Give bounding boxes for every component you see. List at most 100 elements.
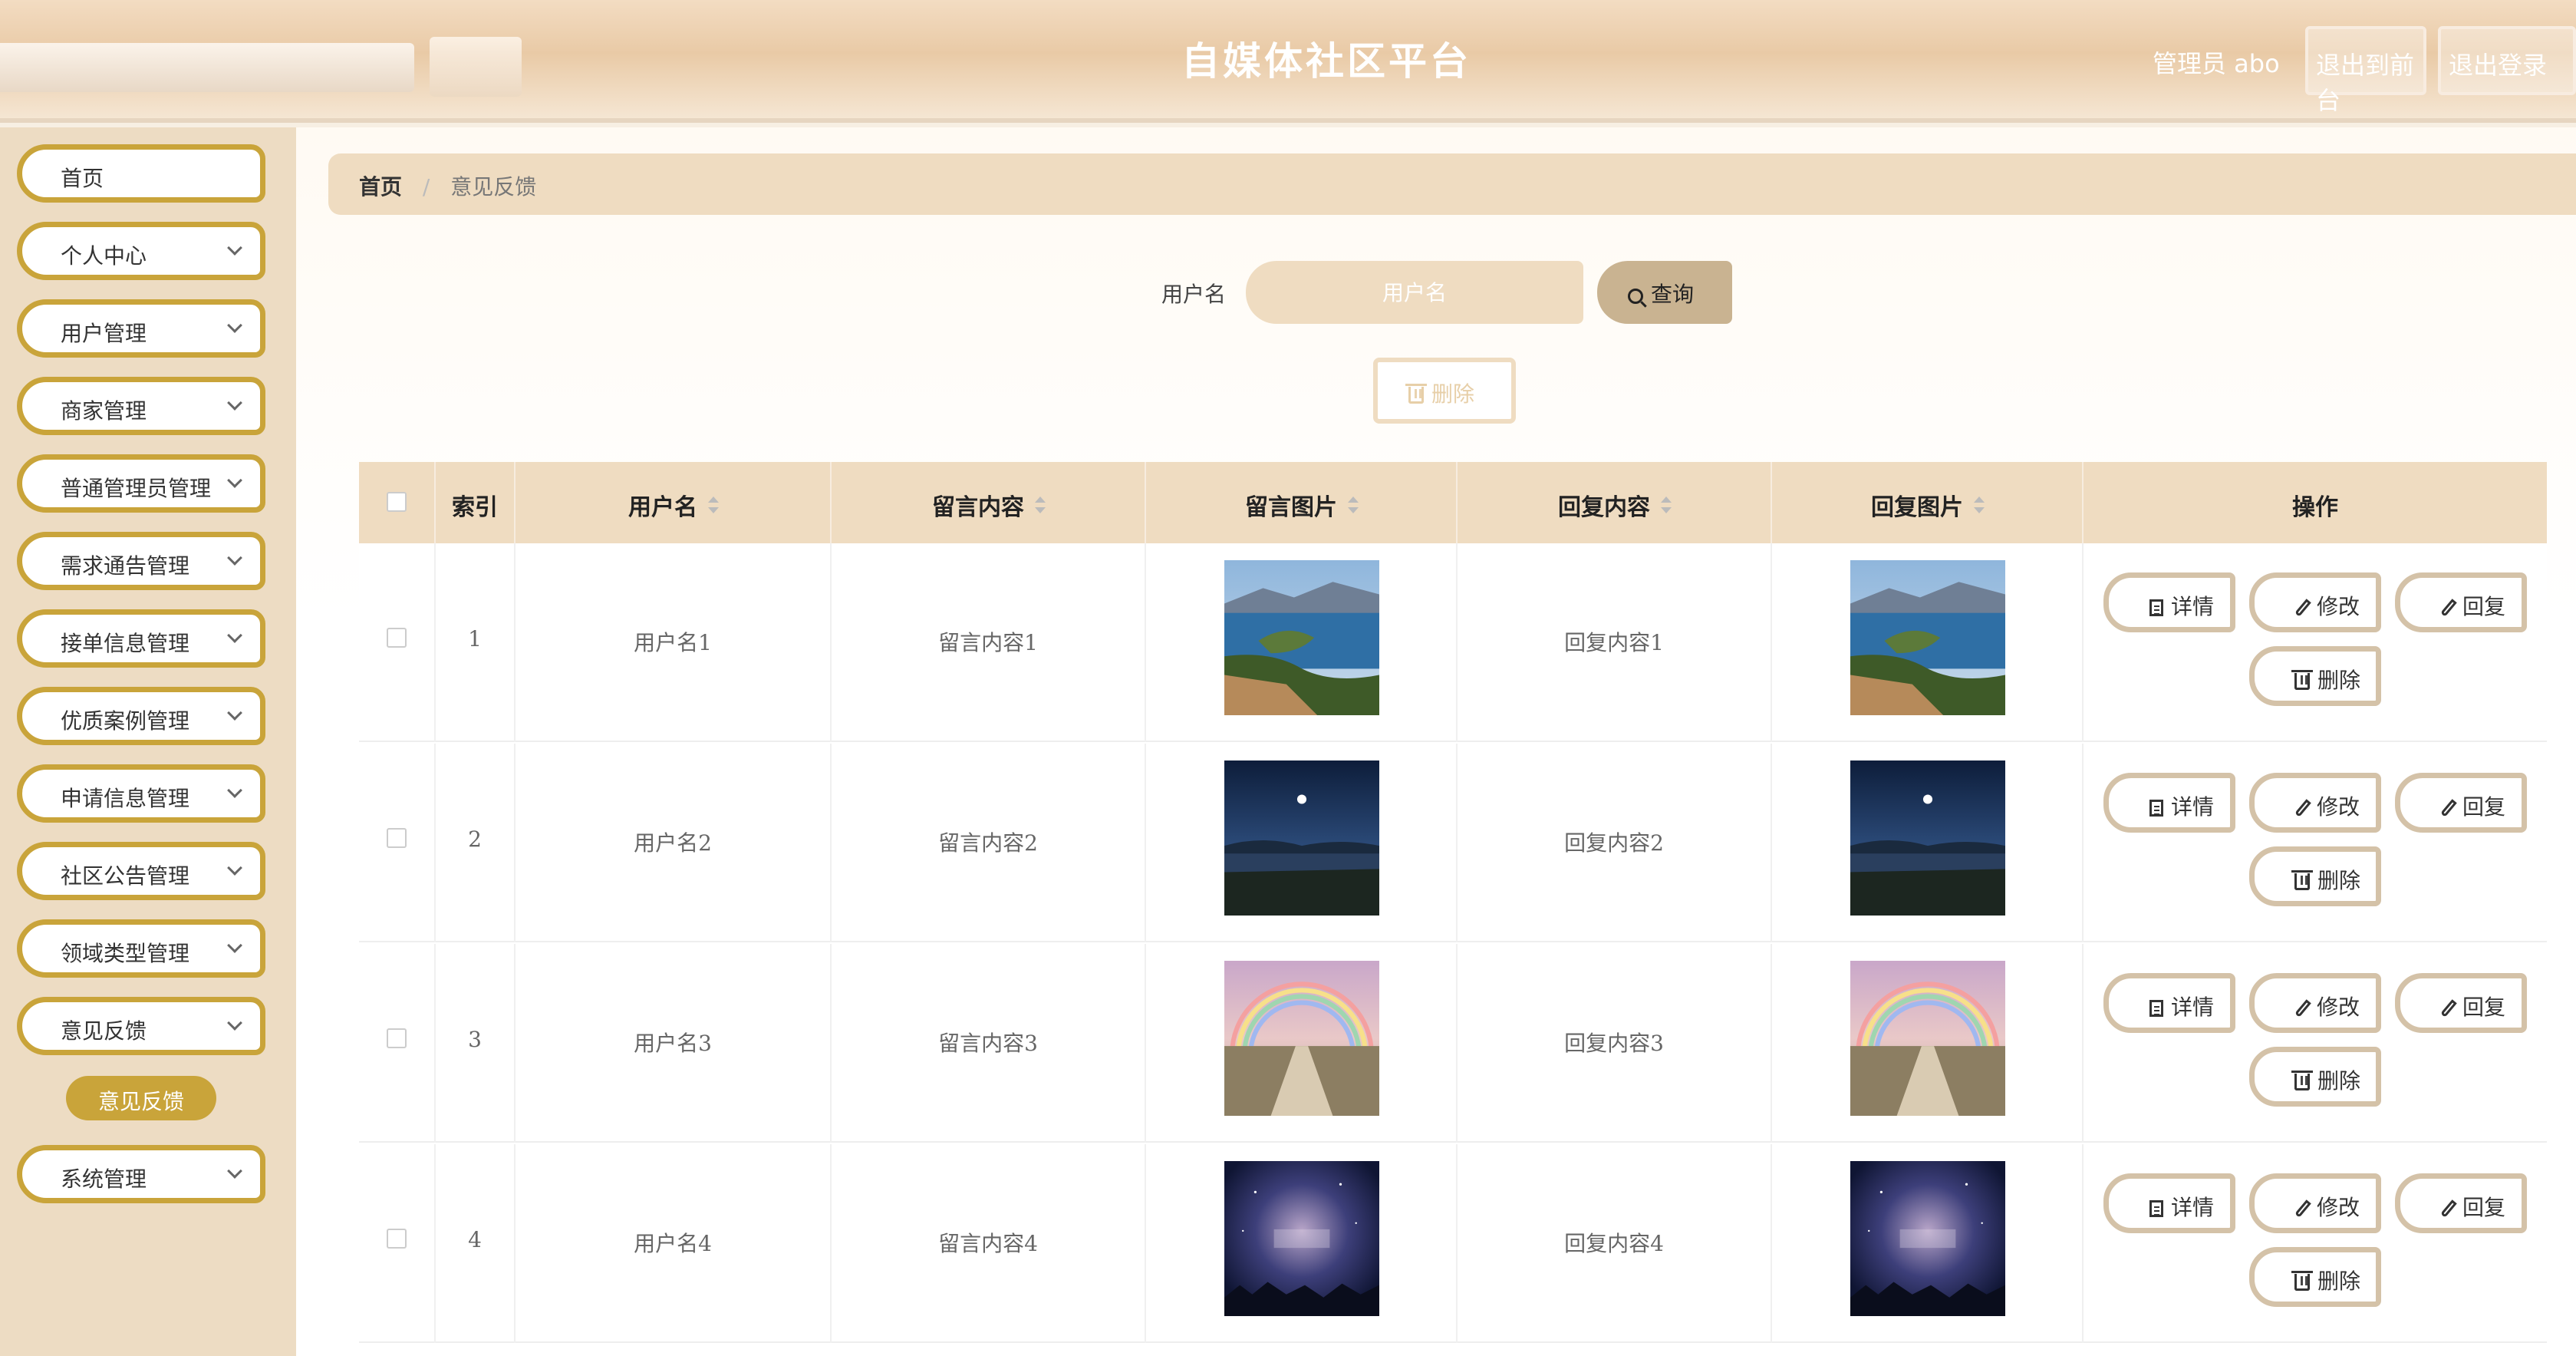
- delete-button[interactable]: 删除: [2249, 1247, 2381, 1307]
- column-header-actions: 操作: [2292, 494, 2338, 521]
- sidebar-item-demand-notice[interactable]: 需求通告管理: [17, 532, 265, 590]
- sidebar-item-label: 社区公告管理: [61, 863, 190, 889]
- reply-image[interactable]: [1850, 560, 2005, 715]
- reply-image[interactable]: [1850, 961, 2005, 1116]
- app-title: 自媒体社区平台: [1181, 39, 1471, 84]
- index-cell: 2: [436, 744, 516, 942]
- edit-pen-icon: [2294, 999, 2311, 1018]
- logout-button[interactable]: 退出登录: [2438, 26, 2576, 95]
- sidebar-item-order-info[interactable]: 接单信息管理: [17, 609, 265, 668]
- detail-button[interactable]: 详情: [2103, 773, 2235, 833]
- message-image[interactable]: [1224, 1161, 1379, 1316]
- username-cell: 用户名3: [516, 944, 832, 1143]
- sidebar-item-admin-management[interactable]: 普通管理员管理: [17, 454, 265, 513]
- chevron-down-icon: [227, 395, 242, 411]
- reply-image-cell: [1772, 744, 2084, 942]
- delete-label: 删除: [2317, 868, 2360, 893]
- sidebar-item-user-management[interactable]: 用户管理: [17, 299, 265, 358]
- sidebar-item-quality-cases[interactable]: 优质案例管理: [17, 687, 265, 745]
- sidebar-item-label: 个人中心: [61, 243, 147, 269]
- bulk-delete-button[interactable]: 删除: [1373, 358, 1516, 424]
- row-checkbox[interactable]: [387, 1028, 407, 1048]
- column-header-username[interactable]: 用户名: [516, 462, 832, 543]
- column-header-index: 索引: [436, 462, 516, 543]
- reply-button[interactable]: 回复: [2395, 572, 2527, 632]
- message-image[interactable]: [1224, 560, 1379, 715]
- sort-icon[interactable]: [1348, 497, 1359, 513]
- column-header-content[interactable]: 留言内容: [832, 462, 1146, 543]
- reply-image[interactable]: [1850, 1161, 2005, 1316]
- search-icon: [1628, 289, 1643, 304]
- sort-icon[interactable]: [1974, 497, 1985, 513]
- detail-button[interactable]: 详情: [2103, 1173, 2235, 1233]
- sidebar: 首页 个人中心 用户管理 商家管理 普通管理员管理 需求通告管理 接单信息管理 …: [0, 127, 296, 1356]
- row-select-cell: [359, 944, 436, 1143]
- sort-icon[interactable]: [708, 497, 719, 513]
- content-cell: 留言内容2: [832, 744, 1146, 942]
- sidebar-item-application-info[interactable]: 申请信息管理: [17, 764, 265, 823]
- sidebar-item-label: 普通管理员管理: [61, 476, 212, 501]
- reply-label: 回复: [2462, 794, 2505, 820]
- message-image[interactable]: [1224, 961, 1379, 1116]
- reply-button[interactable]: 回复: [2395, 773, 2527, 833]
- sidebar-item-feedback[interactable]: 意见反馈: [17, 997, 265, 1055]
- delete-button[interactable]: 删除: [2249, 846, 2381, 906]
- message-image-cell: [1146, 944, 1458, 1143]
- exit-to-front-button[interactable]: 退出到前台: [2305, 26, 2426, 115]
- sidebar-item-home[interactable]: 首页: [17, 144, 265, 203]
- sidebar-item-label: 商家管理: [61, 398, 147, 424]
- query-button[interactable]: 查询: [1597, 261, 1732, 324]
- sidebar-item-community-notice[interactable]: 社区公告管理: [17, 842, 265, 900]
- reply-image[interactable]: [1850, 760, 2005, 916]
- breadcrumb-separator: /: [422, 174, 430, 200]
- column-header-reply-image[interactable]: 回复图片: [1772, 462, 2084, 543]
- detail-label: 详情: [2170, 794, 2214, 820]
- document-icon: [2149, 1200, 2163, 1217]
- delete-button[interactable]: 删除: [2249, 1047, 2381, 1107]
- detail-button[interactable]: 详情: [2103, 572, 2235, 632]
- sidebar-item-system-management[interactable]: 系统管理: [17, 1145, 265, 1203]
- sidebar-item-label: 申请信息管理: [61, 786, 190, 811]
- chevron-down-icon: [227, 318, 242, 333]
- index-cell: 3: [436, 944, 516, 1143]
- row-select-cell: [359, 744, 436, 942]
- username-cell: 用户名4: [516, 1144, 832, 1343]
- message-image[interactable]: [1224, 760, 1379, 916]
- document-icon: [2149, 800, 2163, 817]
- actions-cell: 详情 修改 回复 删除: [2084, 543, 2547, 742]
- edit-pen-icon: [2294, 799, 2311, 817]
- sidebar-item-personal-center[interactable]: 个人中心: [17, 222, 265, 280]
- reply-button[interactable]: 回复: [2395, 973, 2527, 1033]
- top-header: 自媒体社区平台 管理员 abo 退出到前台 退出登录: [0, 0, 2576, 123]
- row-checkbox[interactable]: [387, 828, 407, 848]
- edit-button[interactable]: 修改: [2249, 572, 2381, 632]
- header-decoration: [0, 43, 414, 92]
- breadcrumb-home[interactable]: 首页: [359, 174, 402, 200]
- table-row: 2 用户名2 留言内容2 回复内容2 详情 修改 回复 删除: [359, 744, 2547, 942]
- reply-cell: 回复内容3: [1458, 944, 1772, 1143]
- sort-icon[interactable]: [1661, 497, 1672, 513]
- trash-icon: [2291, 870, 2313, 890]
- delete-button[interactable]: 删除: [2249, 646, 2381, 706]
- reply-image-cell: [1772, 944, 2084, 1143]
- row-checkbox[interactable]: [387, 628, 407, 648]
- submenu-item-feedback[interactable]: 意见反馈: [66, 1076, 216, 1120]
- sort-icon[interactable]: [1035, 497, 1046, 513]
- detail-button[interactable]: 详情: [2103, 973, 2235, 1033]
- edit-label: 修改: [2316, 1195, 2360, 1220]
- row-checkbox[interactable]: [387, 1229, 407, 1249]
- sidebar-item-label: 优质案例管理: [61, 708, 190, 734]
- edit-pen-icon: [2440, 599, 2457, 617]
- select-all-checkbox[interactable]: [387, 492, 407, 512]
- sidebar-item-domain-types[interactable]: 领域类型管理: [17, 919, 265, 978]
- sidebar-item-label: 意见反馈: [61, 1018, 147, 1044]
- sidebar-item-merchant-management[interactable]: 商家管理: [17, 377, 265, 435]
- username-search-input[interactable]: [1246, 261, 1583, 324]
- reply-button[interactable]: 回复: [2395, 1173, 2527, 1233]
- edit-button[interactable]: 修改: [2249, 773, 2381, 833]
- column-header-reply[interactable]: 回复内容: [1458, 462, 1772, 543]
- reply-image-cell: [1772, 543, 2084, 742]
- edit-button[interactable]: 修改: [2249, 973, 2381, 1033]
- edit-button[interactable]: 修改: [2249, 1173, 2381, 1233]
- column-header-message-image[interactable]: 留言图片: [1146, 462, 1458, 543]
